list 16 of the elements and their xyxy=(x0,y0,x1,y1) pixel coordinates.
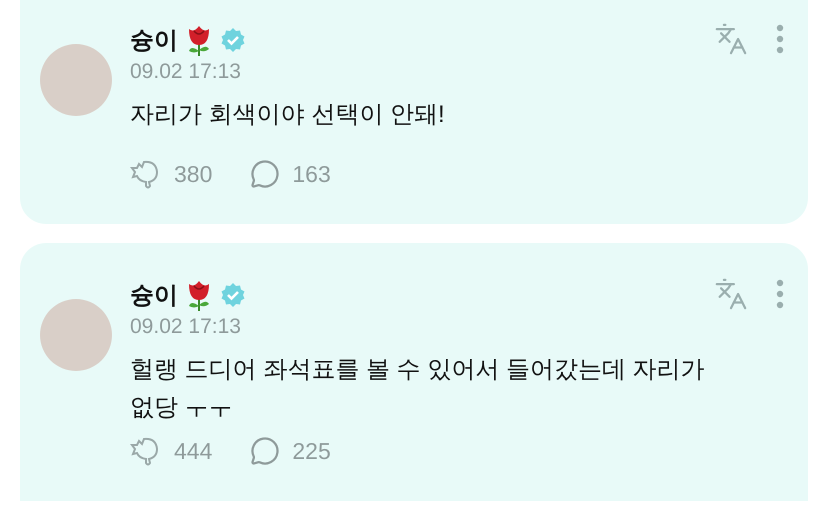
repost-count: 380 xyxy=(174,160,212,188)
comment-icon[interactable] xyxy=(250,436,280,466)
author-name: 슝이 xyxy=(130,281,178,311)
repost-count: 444 xyxy=(174,438,212,464)
post-text: 자리가 회색이야 선택이 안돼! xyxy=(130,100,446,130)
post-time: 09.02 17:13 xyxy=(130,315,241,339)
more-button[interactable] xyxy=(776,24,784,54)
comment-icon[interactable] xyxy=(250,159,280,189)
translate-button[interactable] xyxy=(714,277,748,311)
post-time: 09.02 17:13 xyxy=(130,60,241,84)
author-name: 슝이 xyxy=(130,26,178,56)
translate-button[interactable] xyxy=(714,22,748,56)
post-text: 헐랭 드디어 좌석표를 볼 수 있어서 들어갔는데 자리가 없당 ㅜㅜ xyxy=(130,355,706,423)
comment-count: 225 xyxy=(292,438,331,464)
comment-count: 163 xyxy=(292,160,331,188)
more-button[interactable] xyxy=(776,279,784,309)
